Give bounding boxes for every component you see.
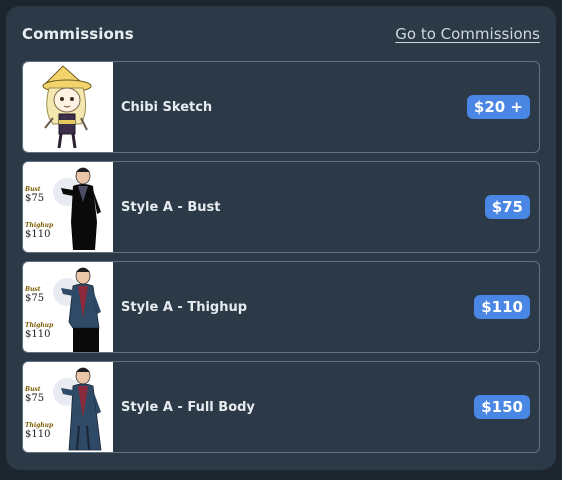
price-note-label: Thighup (25, 322, 54, 329)
price-note-bust: Bust $75 (25, 386, 44, 404)
price-note-bust: Bust $75 (25, 186, 44, 204)
price-badge: $150 (474, 395, 530, 419)
price-note-label: Thighup (25, 422, 54, 429)
price-note-value: $75 (25, 293, 45, 304)
style-a-thighup-thumbnail: Bust $75 Thighup $110 (23, 262, 113, 352)
style-a-bust-thumbnail: Bust $75 Thighup $110 (23, 162, 113, 252)
go-to-commissions-link[interactable]: Go to Commissions (395, 25, 540, 43)
price-note-value: $110 (25, 429, 51, 440)
price-note-value: $75 (25, 393, 45, 404)
price-note-label: Thighup (25, 222, 54, 229)
price-note-label: Bust (25, 186, 41, 193)
price-note-bust: Bust $75 (25, 286, 44, 304)
panel-title: Commissions (22, 25, 134, 43)
commission-card-style-a-bust[interactable]: Bust $75 Thighup $110 Style A - Bust $75 (22, 161, 540, 253)
price-note-thighup: Thighup $110 (25, 422, 53, 440)
price-badge: $75 (484, 195, 530, 219)
commission-title: Style A - Bust (121, 199, 221, 215)
commission-card-style-a-full-body[interactable]: Bust $75 Thighup $110 Style A - Full Bod… (22, 361, 540, 453)
commission-title: Style A - Full Body (121, 399, 255, 415)
commission-title: Style A - Thighup (121, 299, 248, 315)
price-note-value: $110 (25, 229, 51, 240)
commission-card-style-a-thighup[interactable]: Bust $75 Thighup $110 Style A - Thighup … (22, 261, 540, 353)
price-note-label: Bust (25, 386, 41, 393)
commission-card-chibi-sketch[interactable]: Chibi Sketch $20 + (22, 61, 540, 153)
price-badge: $20 + (466, 95, 530, 119)
commission-list: Chibi Sketch $20 + Bust $75 Thighup $110… (22, 61, 540, 461)
price-note-thighup: Thighup $110 (25, 322, 53, 340)
style-a-full-body-thumbnail: Bust $75 Thighup $110 (23, 362, 113, 452)
price-note-value: $110 (25, 329, 51, 340)
price-note-thighup: Thighup $110 (25, 222, 53, 240)
price-note-value: $75 (25, 193, 45, 204)
price-badge: $110 (474, 295, 530, 319)
commissions-panel: Commissions Go to Commissions Chibi Sket… (6, 6, 556, 470)
chibi-sketch-thumbnail (23, 62, 113, 152)
panel-header: Commissions Go to Commissions (22, 22, 540, 46)
commission-title: Chibi Sketch (121, 99, 213, 115)
price-note-label: Bust (25, 286, 41, 293)
